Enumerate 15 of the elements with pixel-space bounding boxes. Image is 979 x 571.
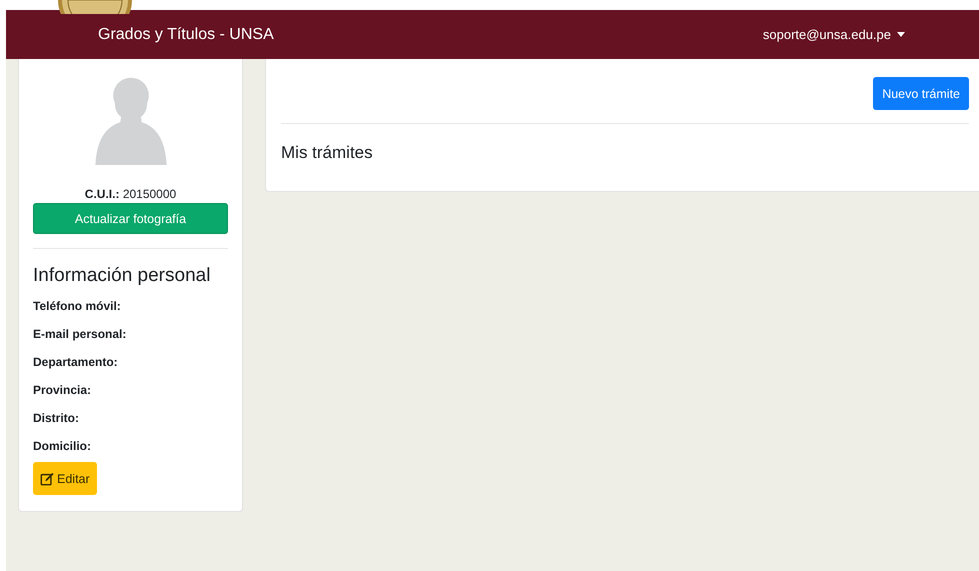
field-label: E-mail personal:: [33, 327, 128, 343]
field-label: Departamento:: [33, 355, 119, 371]
cui-text: C.U.I.: 20150000: [84, 187, 178, 201]
field-label: Teléfono móvil:: [33, 299, 122, 315]
field-label: Domicilio:: [33, 439, 92, 455]
field-label: Provincia:: [33, 383, 92, 399]
new-procedure-button[interactable]: Nuevo trámite: [873, 77, 969, 110]
field-label: Distrito:: [33, 411, 80, 427]
brand-title[interactable]: Grados y Títulos - UNSA: [98, 26, 274, 44]
edit-button[interactable]: Editar: [33, 462, 97, 495]
section-title: Información personal: [33, 265, 212, 287]
user-menu[interactable]: soporte@unsa.edu.pe: [762, 27, 905, 42]
procedures-title: Mis trámites: [281, 143, 374, 163]
edit-icon: [40, 472, 54, 486]
caret-icon: [897, 32, 905, 37]
